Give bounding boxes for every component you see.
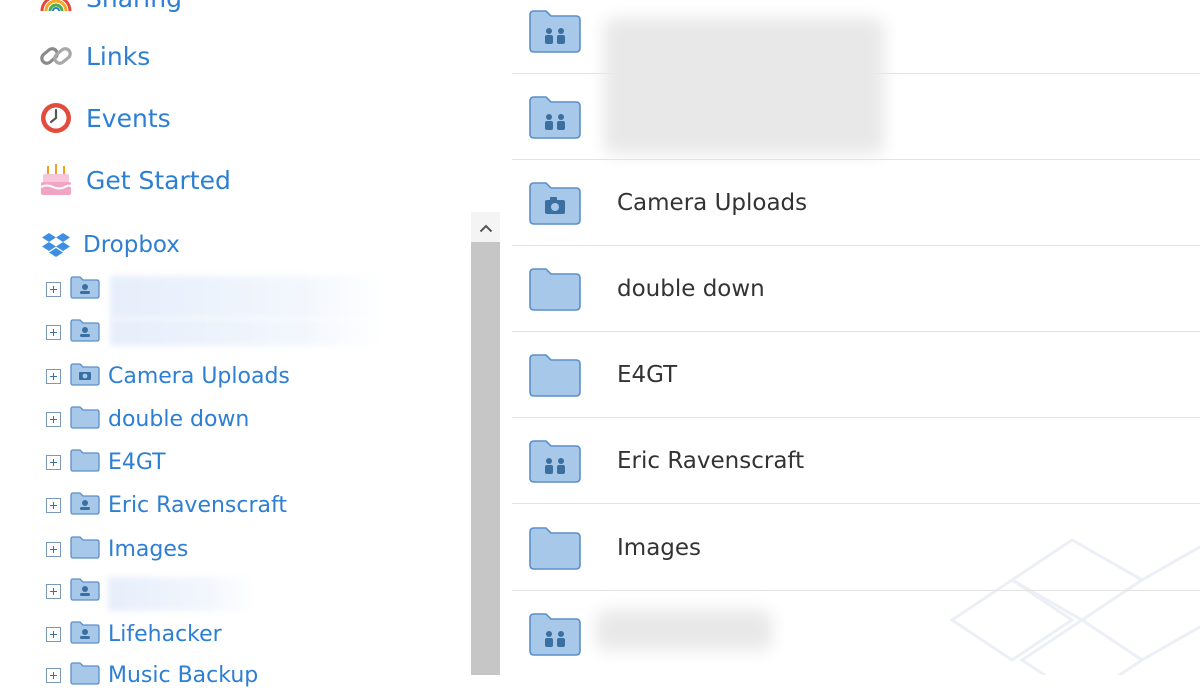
file-list: Camera Uploads double down E4GT Eric Rav… <box>512 0 1200 675</box>
tree-item-label: Camera Uploads <box>108 363 290 389</box>
camera-folder-icon <box>70 362 100 390</box>
tree-root-dropbox[interactable]: Dropbox <box>40 225 180 265</box>
file-name: Images <box>617 534 702 561</box>
expand-icon[interactable] <box>46 667 61 683</box>
file-name: Eric Ravenscraft <box>617 447 805 474</box>
shared-folder-icon <box>527 92 583 142</box>
shared-folder-icon <box>527 436 583 486</box>
file-row-e4gt[interactable]: E4GT <box>512 332 1200 418</box>
file-row-eric-ravenscraft[interactable]: Eric Ravenscraft <box>512 418 1200 504</box>
tree-item-label: Images <box>108 536 189 562</box>
folder-icon <box>527 523 583 573</box>
file-row-images[interactable]: Images <box>512 505 1200 591</box>
shared-folder-icon <box>70 577 100 605</box>
folder-icon <box>527 350 583 400</box>
tree-item-label: Eric Ravenscraft <box>108 492 287 518</box>
tree-item-e4gt[interactable]: E4GT <box>46 447 166 477</box>
sidebar-scrollbar[interactable] <box>471 212 500 675</box>
birthday-cake-icon <box>38 162 74 198</box>
tree-item[interactable] <box>46 317 108 347</box>
expand-icon[interactable] <box>46 497 61 513</box>
expand-icon[interactable] <box>46 368 61 384</box>
expand-icon[interactable] <box>46 324 61 340</box>
tree-item-lifehacker[interactable]: Lifehacker <box>46 619 222 649</box>
shared-folder-icon <box>70 275 100 303</box>
folder-icon <box>70 405 100 433</box>
file-row-double-down[interactable]: double down <box>512 246 1200 332</box>
nav-label-sharing: Sharing <box>86 0 182 13</box>
nav-item-events[interactable]: Events <box>38 98 171 138</box>
tree-item[interactable] <box>46 576 108 606</box>
scrollbar-thumb[interactable] <box>471 242 500 675</box>
redacted-name <box>110 276 385 318</box>
expand-icon[interactable] <box>46 583 61 599</box>
redacted-name <box>604 18 884 154</box>
redacted-name <box>596 610 772 650</box>
nav-label-get-started: Get Started <box>86 165 231 195</box>
nav-label-links: Links <box>86 41 151 71</box>
rainbow-icon <box>38 0 74 16</box>
tree-item-label: E4GT <box>108 449 166 475</box>
chain-link-icon <box>38 38 74 74</box>
sidebar: Sharing Links Events <box>0 0 470 688</box>
expand-icon[interactable] <box>46 626 61 642</box>
chevron-up-icon <box>479 218 493 237</box>
expand-icon[interactable] <box>46 454 61 470</box>
file-name: E4GT <box>617 361 678 388</box>
tree-item-label: double down <box>108 406 250 432</box>
tree-item-label: Lifehacker <box>108 621 222 647</box>
tree-item-images[interactable]: Images <box>46 534 188 564</box>
tree-item[interactable] <box>46 274 108 304</box>
expand-icon[interactable] <box>46 281 61 297</box>
redacted-name <box>110 318 385 346</box>
folder-icon <box>70 661 100 689</box>
tree-item-label: Music Backup <box>108 662 259 688</box>
shared-folder-icon <box>70 318 100 346</box>
tree-item-camera-uploads[interactable]: Camera Uploads <box>46 361 290 391</box>
expand-icon[interactable] <box>46 411 61 427</box>
folder-icon <box>70 535 100 563</box>
shared-folder-icon <box>527 6 583 56</box>
shared-folder-icon <box>70 620 100 648</box>
file-name: double down <box>617 275 765 302</box>
redacted-name <box>108 577 254 611</box>
tree-item-music-backup[interactable]: Music Backup <box>46 660 258 690</box>
folder-icon <box>70 448 100 476</box>
file-row-camera-uploads[interactable]: Camera Uploads <box>512 160 1200 246</box>
folder-icon <box>527 264 583 314</box>
shared-folder-icon <box>527 609 583 659</box>
tree-item-eric-ravenscraft[interactable]: Eric Ravenscraft <box>46 490 287 520</box>
camera-folder-icon <box>527 178 583 228</box>
expand-icon[interactable] <box>46 541 61 557</box>
dropbox-logo-icon <box>40 227 72 263</box>
tree-item-double-down[interactable]: double down <box>46 404 249 434</box>
nav-item-get-started[interactable]: Get Started <box>38 160 231 200</box>
file-name: Camera Uploads <box>617 189 808 216</box>
clock-icon <box>38 100 74 136</box>
scroll-up-button[interactable] <box>471 212 500 242</box>
shared-folder-icon <box>70 491 100 519</box>
nav-label-events: Events <box>86 103 171 133</box>
nav-item-links[interactable]: Links <box>38 36 150 76</box>
tree-root-label: Dropbox <box>83 232 180 258</box>
nav-item-sharing[interactable]: Sharing <box>38 0 182 18</box>
